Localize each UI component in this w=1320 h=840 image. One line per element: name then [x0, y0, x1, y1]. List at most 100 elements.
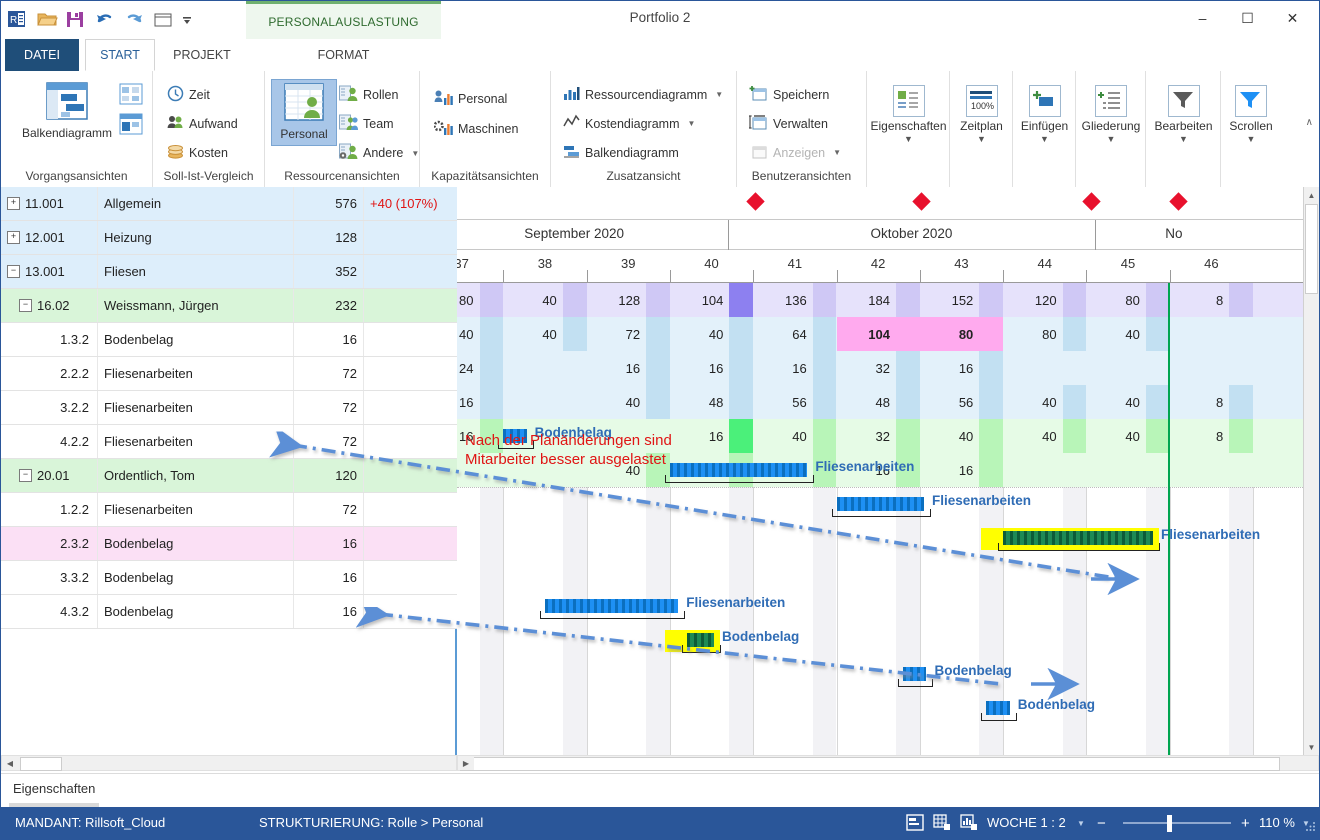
status-scale[interactable]: WOCHE 1 : 2 [987, 815, 1066, 830]
left-hscrollbar[interactable]: ◀ [1, 755, 457, 771]
chevron-down-icon[interactable]: ▼ [715, 90, 723, 99]
milestone-marker[interactable] [1169, 192, 1188, 211]
chevron-down-icon[interactable]: ▼ [411, 149, 419, 158]
zoom-slider-track[interactable] [1123, 822, 1231, 824]
table-row[interactable]: 3.2.2 Fliesenarbeiten 72 [1, 391, 457, 425]
close-button[interactable]: ✕ [1270, 3, 1315, 33]
week-label: 45 [1120, 256, 1136, 271]
zoom-out-button[interactable]: − [1097, 815, 1106, 832]
zoom-slider-handle[interactable] [1167, 815, 1172, 832]
ribbon-group-zusatzansicht: Ressourcendiagramm ▼ Kostendiagramm ▼ Ba… [551, 71, 737, 187]
row-expander-icon[interactable]: − [19, 469, 32, 482]
table-row[interactable]: 2.3.2 Bodenbelag 16 [1, 527, 457, 561]
team-button[interactable]: Team [339, 114, 394, 134]
chevron-down-icon[interactable]: ▼ [904, 134, 913, 144]
table-row[interactable]: 3.3.2 Bodenbelag 16 [1, 561, 457, 595]
roles-icon [339, 85, 358, 105]
aufwand-button[interactable]: Aufwand [167, 114, 238, 134]
table-row[interactable]: −13.001 Fliesen 352 [1, 255, 457, 289]
board-view-button[interactable] [119, 113, 143, 138]
ressourcendiagramm-button[interactable]: Ressourcendiagramm ▼ [563, 85, 723, 104]
split-view-icon[interactable] [906, 814, 924, 834]
table-row[interactable]: 4.3.2 Bodenbelag 16 [1, 595, 457, 629]
zusatz-balkendiagramm-button[interactable]: Balkendiagramm [563, 143, 679, 162]
chevron-down-icon[interactable]: ▼ [1247, 134, 1256, 144]
vertical-scroll-thumb[interactable] [1305, 204, 1318, 294]
network-view-button[interactable] [119, 83, 143, 108]
heat-cell: 56 [792, 394, 807, 410]
tab-format[interactable]: FORMAT [246, 39, 441, 71]
anzeigen-view-button[interactable]: Anzeigen ▼ [749, 143, 841, 162]
table-row[interactable]: +11.001 Allgemein 576 +40 (107%) [1, 187, 457, 221]
balkendiagramm-button[interactable]: Balkendiagramm [17, 81, 117, 140]
chevron-down-icon[interactable]: ▼ [1040, 134, 1049, 144]
right-hscrollbar[interactable]: ▶ [457, 755, 1319, 771]
kapazitaet-personal-button[interactable]: Personal [434, 89, 507, 109]
table-row[interactable]: 2.2.2 Fliesenarbeiten 72 [1, 357, 457, 391]
row-nr: +11.001 [1, 187, 98, 220]
chart-view-icon[interactable] [960, 814, 978, 834]
properties-tab[interactable]: Eigenschaften [13, 781, 95, 796]
personal-view-button[interactable]: Personal [271, 79, 337, 146]
scroll-left-icon[interactable]: ◀ [2, 756, 18, 770]
chevron-down-icon[interactable]: ▼ [1107, 134, 1116, 144]
scroll-down-icon[interactable]: ▼ [1304, 739, 1319, 755]
milestone-marker[interactable] [1081, 192, 1101, 211]
heat-cell: 40 [1125, 428, 1140, 444]
milestone-marker[interactable] [746, 192, 765, 211]
bearbeiten-button[interactable]: Bearbeiten ▼ [1146, 85, 1221, 144]
table-row[interactable]: 1.3.2 Bodenbelag 16 [1, 323, 457, 357]
table-row[interactable]: 1.2.2 Fliesenarbeiten 72 [1, 493, 457, 527]
zeitplan-button[interactable]: 100% Zeitplan ▼ [950, 85, 1013, 144]
heat-cell: 80 [459, 292, 474, 308]
chevron-down-icon[interactable]: ▼ [1179, 134, 1188, 144]
zeit-button[interactable]: Zeit [167, 85, 210, 105]
left-hscroll-thumb[interactable] [20, 757, 62, 771]
rollen-button[interactable]: Rollen [339, 85, 398, 105]
vertical-scrollbar[interactable]: ▲ ▼ [1303, 187, 1319, 755]
einfuegen-button[interactable]: Einfügen ▼ [1013, 85, 1076, 144]
row-aufwand: 72 [294, 391, 364, 424]
andere-button[interactable]: Andere ▼ [339, 143, 419, 163]
maximize-button[interactable]: ☐ [1225, 3, 1270, 33]
chevron-down-icon[interactable]: ▼ [833, 148, 841, 157]
table-row[interactable]: 4.2.2 Fliesenarbeiten 72 [1, 425, 457, 459]
speichern-view-button[interactable]: Speichern [749, 85, 829, 104]
kosten-button[interactable]: Kosten [167, 143, 228, 163]
scroll-right-icon[interactable]: ▶ [458, 756, 474, 770]
row-ueberlastung [364, 221, 457, 254]
right-hscroll-thumb[interactable] [460, 757, 1280, 771]
table-row[interactable]: −20.01 Ordentlich, Tom 120 [1, 459, 457, 493]
ribbon-collapse-icon[interactable]: ∧ [1306, 117, 1313, 128]
scale-chevron-down-icon[interactable]: ▼ [1077, 819, 1085, 828]
row-expander-icon[interactable]: − [7, 265, 20, 278]
chevron-down-icon[interactable]: ▼ [977, 134, 986, 144]
tab-start[interactable]: START [85, 39, 155, 71]
table-row[interactable]: +12.001 Heizung 128 [1, 221, 457, 255]
tab-projekt[interactable]: PROJEKT [159, 39, 245, 71]
row-expander-icon[interactable]: − [19, 299, 32, 312]
scroll-up-icon[interactable]: ▲ [1304, 187, 1319, 203]
minimize-button[interactable]: – [1180, 3, 1225, 33]
status-bar: MANDANT: Rillsoft_Cloud STRUKTURIERUNG: … [1, 807, 1319, 839]
gliederung-button[interactable]: Gliederung ▼ [1076, 85, 1146, 144]
zoom-in-button[interactable]: + [1241, 815, 1250, 832]
chevron-down-icon[interactable]: ▼ [688, 119, 696, 128]
resize-grip-icon[interactable] [1304, 821, 1316, 836]
network-view-icon [119, 83, 143, 108]
row-expander-icon[interactable]: + [7, 231, 20, 244]
row-expander-icon[interactable]: + [7, 197, 20, 210]
tab-datei[interactable]: DATEI [5, 39, 79, 71]
row-ueberlastung [364, 289, 457, 322]
eigenschaften-button[interactable]: Eigenschaften ▼ [867, 85, 950, 144]
scrollen-button[interactable]: Scrollen ▼ [1221, 85, 1281, 144]
window-title: Portfolio 2 [629, 10, 691, 25]
table-row[interactable]: −16.02 Weissmann, Jürgen 232 [1, 289, 457, 323]
milestone-marker[interactable] [912, 192, 932, 211]
kostendiagramm-button[interactable]: Kostendiagramm ▼ [563, 114, 695, 133]
properties-icon [892, 85, 925, 117]
maschinen-button[interactable]: Maschinen [433, 119, 518, 139]
table-view-icon[interactable] [933, 814, 951, 834]
row-nr-text: 16.02 [37, 298, 70, 313]
verwalten-view-button[interactable]: Verwalten [749, 114, 828, 133]
